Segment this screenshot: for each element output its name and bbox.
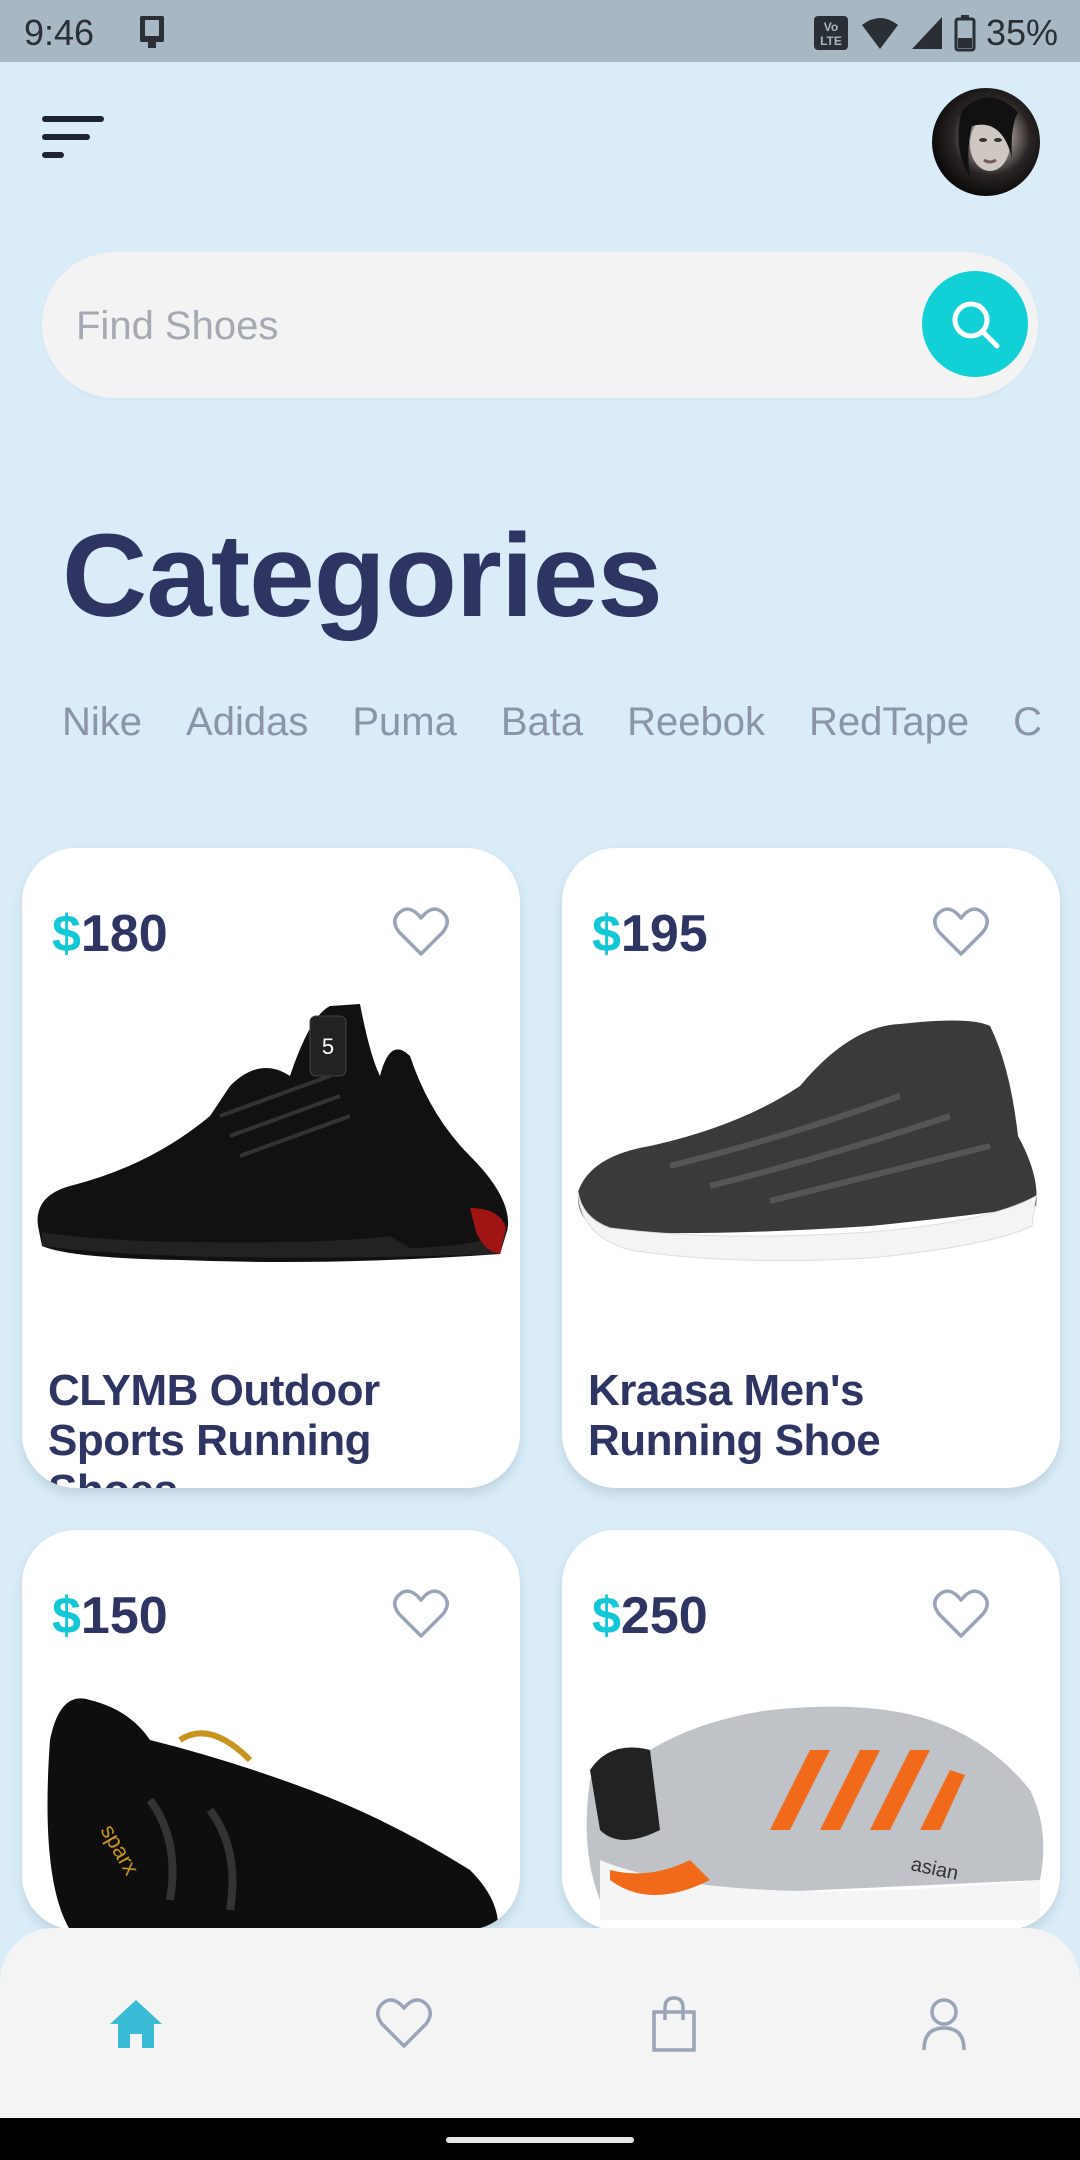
search-bar xyxy=(42,252,1038,398)
shoe-image: 5 xyxy=(37,1004,509,1262)
profile-icon[interactable] xyxy=(914,1994,974,2054)
bag-icon[interactable] xyxy=(644,1994,704,2054)
shoe-image: sparx xyxy=(47,1698,499,1930)
category-tab-puma[interactable]: Puma xyxy=(352,700,457,745)
heart-icon[interactable] xyxy=(392,1588,450,1640)
product-price: $180 xyxy=(52,905,168,963)
heart-icon[interactable] xyxy=(932,906,990,958)
product-card[interactable]: $250 asian xyxy=(562,1530,1060,1930)
shoe-image: asian xyxy=(586,1706,1044,1920)
status-bar: 9:46 Vo LTE 35% xyxy=(0,0,1080,62)
heart-icon[interactable] xyxy=(392,906,450,958)
heart-icon[interactable] xyxy=(374,1994,434,2054)
search-icon xyxy=(952,301,1000,349)
home-icon[interactable] xyxy=(106,1994,166,2054)
gesture-bar xyxy=(0,2118,1080,2160)
menu-icon[interactable] xyxy=(40,112,112,164)
avatar-portrait-icon xyxy=(958,97,1018,178)
status-time: 9:46 xyxy=(24,12,95,53)
battery-percent: 35% xyxy=(985,12,1058,53)
category-tab-bata[interactable]: Bata xyxy=(501,700,583,745)
product-price: $195 xyxy=(592,905,708,963)
bottom-nav xyxy=(0,1928,1080,2118)
home-gesture-handle[interactable] xyxy=(446,2137,634,2143)
signal-icon xyxy=(911,17,942,49)
svg-text:LTE: LTE xyxy=(820,34,842,48)
battery-icon xyxy=(954,15,976,52)
product-card[interactable]: $180 5 CLYMB Outdoor Sports Running Shoe… xyxy=(22,848,520,1488)
status-icons: Vo LTE 35% xyxy=(812,12,1058,54)
product-name: CLYMB Outdoor Sports Running Shoes xyxy=(48,1366,380,1488)
search-button[interactable] xyxy=(922,271,1028,377)
volte-icon: Vo LTE xyxy=(813,16,848,50)
product-name: Kraasa Men's Running Shoe xyxy=(588,1366,881,1465)
category-tab-nike[interactable]: Nike xyxy=(62,700,142,745)
svg-text:5: 5 xyxy=(322,1034,334,1059)
category-tab-adidas[interactable]: Adidas xyxy=(186,700,308,745)
wifi-icon xyxy=(861,18,898,49)
shoe-image xyxy=(577,1020,1037,1262)
heart-icon[interactable] xyxy=(932,1588,990,1640)
search-input[interactable] xyxy=(74,292,878,360)
product-price: $250 xyxy=(592,1587,708,1645)
product-card[interactable]: $195 Kraasa Men's Running Shoe xyxy=(562,848,1060,1488)
category-tabs: Nike Adidas Puma Bata Reebok RedTape C xyxy=(62,700,1080,760)
category-tab-redtape[interactable]: RedTape xyxy=(809,700,969,745)
product-card[interactable]: $150 sparx xyxy=(22,1530,520,1930)
avatar[interactable] xyxy=(932,88,1040,196)
svg-text:Vo: Vo xyxy=(824,20,838,34)
device-icon xyxy=(140,16,164,48)
categories-title: Categories xyxy=(62,510,663,642)
category-tab-partial[interactable]: C xyxy=(1013,700,1042,745)
product-price: $150 xyxy=(52,1587,168,1645)
category-tab-reebok[interactable]: Reebok xyxy=(627,700,765,745)
